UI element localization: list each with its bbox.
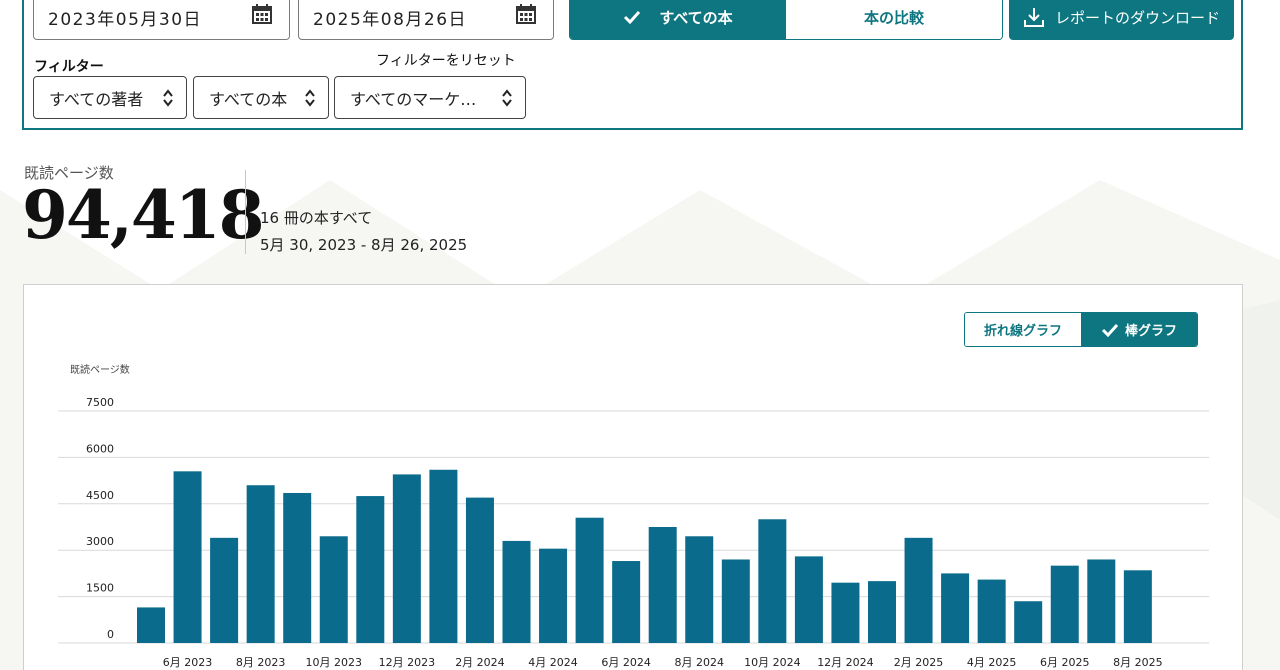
x-tick-label: 2月 2024	[455, 656, 505, 669]
y-tick-label: 6000	[86, 442, 114, 455]
marketplace-select-value: すべてのマーケ…	[350, 89, 477, 109]
marketplace-select[interactable]: すべてのマーケ…	[334, 76, 526, 119]
bar: 3月 2025: 2250	[941, 573, 970, 643]
x-tick-label: 8月 2023	[236, 656, 286, 669]
bar: 1月 2025: 2000	[868, 581, 896, 643]
y-tick-label: 3000	[86, 535, 114, 548]
bar: 2月 2024: 4700	[465, 497, 494, 643]
x-tick-label: 6月 2024	[601, 656, 651, 669]
y-tick-label: 4500	[86, 489, 114, 502]
x-tick-label: 10月 2023	[306, 656, 363, 669]
start-date-value: 2023年05月30日	[48, 9, 203, 30]
bar: 8月 2025: 2350	[1123, 570, 1152, 643]
bar: 9月 2024: 2700	[721, 559, 750, 643]
y-tick-label: 0	[107, 628, 114, 641]
x-tick-label: 10月 2024	[744, 656, 801, 669]
x-tick-label: 4月 2025	[967, 656, 1017, 669]
calendar-icon[interactable]	[251, 3, 273, 25]
x-tick-label: 6月 2023	[163, 656, 213, 669]
pages-read-bar-chart: 既読ページ数 0 1500 3000 4500 6000 7500 5月 2023: 1150…	[58, 363, 1209, 669]
stat-divider	[245, 170, 246, 254]
y-axis-title: 既読ページ数	[70, 363, 130, 376]
author-select[interactable]: すべての著者	[33, 76, 187, 119]
bar: 7月 2024: 3750	[648, 527, 677, 643]
date-range-summary: 5月 30, 2023 - 8月 26, 2025	[260, 236, 468, 254]
x-tick-label: 2月 2025	[894, 656, 944, 669]
x-tick-label: 12月 2023	[379, 656, 436, 669]
bar: 4月 2024: 3050	[539, 548, 568, 643]
x-tick-label: 6月 2025	[1040, 656, 1090, 669]
author-select-value: すべての著者	[49, 89, 144, 109]
bar: 1月 2024: 5600	[429, 469, 458, 643]
bar: 11月 2023: 4750	[356, 496, 385, 643]
x-tick-label: 4月 2024	[528, 656, 578, 669]
bar: 6月 2023: 5550	[173, 471, 202, 643]
bar: 11月 2024: 2800	[794, 556, 823, 643]
bar: 12月 2023: 5450	[392, 474, 421, 643]
bar: 6月 2024: 2650	[612, 561, 641, 643]
bar: 7月 2025: 2700	[1087, 559, 1116, 643]
bar: 5月 2024: 4050	[575, 517, 604, 643]
x-tick-label: 8月 2025	[1113, 656, 1163, 669]
bar: 9月 2023: 4850	[283, 492, 312, 643]
checkmark-icon	[624, 10, 641, 24]
bar: 8月 2024: 3450	[685, 536, 714, 643]
chevron-updown-icon	[502, 89, 512, 107]
bar: 7月 2023: 3400	[210, 537, 239, 643]
all-books-button[interactable]: すべての本	[570, 0, 786, 39]
bar: 10月 2024: 4000	[758, 519, 787, 643]
end-date-value: 2025年08月26日	[313, 9, 468, 30]
start-date-input[interactable]: 2023年05月30日	[33, 0, 290, 40]
end-date-input[interactable]: 2025年08月26日	[298, 0, 554, 40]
filters-panel: 2023年05月30日 2025年08月26日 すべての本 本の比較 レポートの…	[22, 0, 1243, 130]
bar: 6月 2025: 2500	[1050, 565, 1079, 643]
bar: 2月 2025: 3400	[904, 537, 933, 643]
chart-card: 折れ線グラフ 棒グラフ 既読ページ数0150030004500600075005…	[23, 284, 1243, 670]
x-tick-label: 8月 2024	[675, 656, 725, 669]
bar: 10月 2023: 3450	[319, 536, 348, 643]
all-books-label: すべての本	[659, 8, 733, 27]
chevron-updown-icon	[163, 89, 173, 107]
reset-filters-link[interactable]: フィルターをリセット	[376, 50, 516, 70]
bar: 8月 2023: 5100	[246, 485, 275, 643]
compare-books-button[interactable]: 本の比較	[786, 0, 1002, 39]
y-tick-label: 7500	[86, 396, 114, 409]
books-count: 16 冊の本すべて	[260, 209, 373, 227]
book-select[interactable]: すべての本	[193, 76, 329, 119]
chevron-updown-icon	[305, 89, 315, 107]
filter-heading: フィルター	[34, 59, 104, 75]
compare-books-label: 本の比較	[863, 8, 924, 27]
bar: 4月 2025: 2050	[977, 579, 1006, 643]
bar: 3月 2024: 3300	[502, 540, 531, 643]
y-tick-label: 1500	[86, 582, 114, 595]
book-scope-toggle: すべての本 本の比較	[569, 0, 1003, 40]
download-report-button[interactable]: レポートのダウンロード	[1009, 0, 1234, 40]
download-icon	[1023, 8, 1044, 27]
x-tick-label: 12月 2024	[817, 656, 874, 669]
bar: 12月 2024: 1950	[831, 582, 860, 643]
calendar-icon[interactable]	[515, 3, 537, 25]
bar: 5月 2025: 1350	[1014, 601, 1043, 643]
download-report-label: レポートのダウンロード	[1054, 8, 1220, 27]
pages-read-total: 94,418	[22, 176, 265, 254]
bar: 5月 2023: 1150	[137, 607, 165, 643]
book-select-value: すべての本	[209, 89, 288, 109]
